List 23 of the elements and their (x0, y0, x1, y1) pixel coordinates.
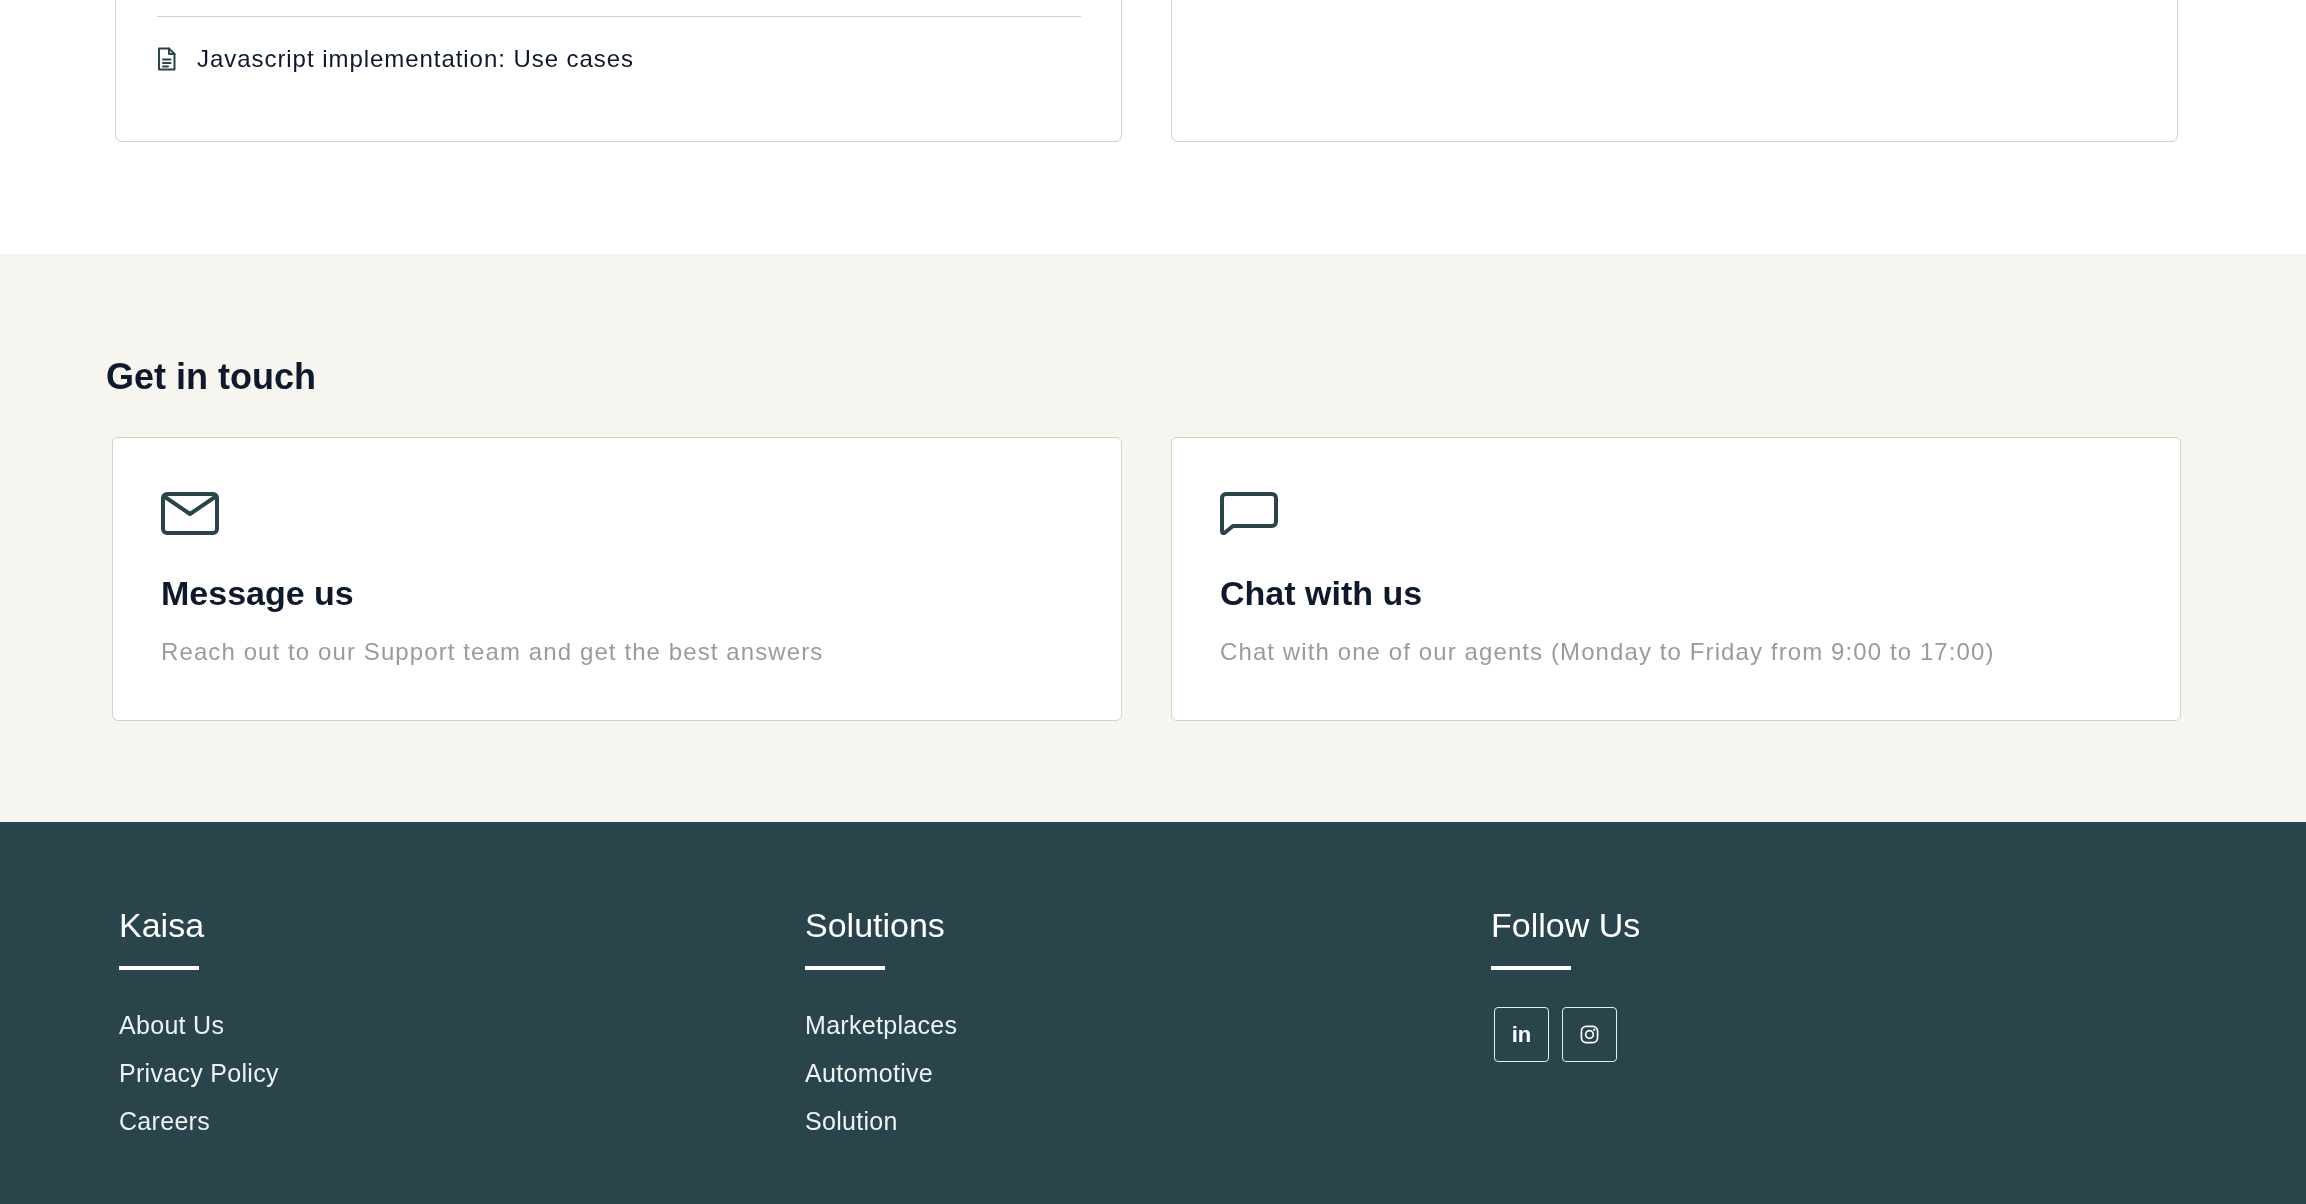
social-button[interactable]: in (1494, 1007, 1549, 1062)
footer-link[interactable]: About Us (119, 1007, 225, 1043)
footer-link[interactable]: Marketplaces (805, 1007, 958, 1043)
section-heading: Get in touch (106, 355, 316, 398)
document-icon (157, 47, 176, 71)
article-link[interactable]: Javascript implementation: Use cases (157, 41, 635, 77)
envelope-icon (161, 492, 219, 535)
speech-bubble-icon (1220, 492, 1278, 535)
footer-heading: Kaisa (119, 905, 205, 946)
card-title: Chat with us (1220, 573, 1423, 614)
social-button[interactable] (1562, 1007, 1617, 1062)
footer-link[interactable]: Careers (119, 1103, 211, 1139)
card-title: Message us (161, 573, 354, 614)
card-description: Chat with one of our agents (Monday to Friday from 9:00 to 17:00) (1220, 637, 1995, 667)
footer-link[interactable]: Solution (805, 1103, 898, 1139)
camera-icon (1580, 1025, 1599, 1044)
contact-card[interactable]: Message us Reach out to our Support team and get the best answers (112, 437, 1122, 721)
footer-heading: Solutions (805, 905, 945, 946)
contact-card[interactable]: Chat with us Chat with one of our agents (Monday to Friday from 9:00 to 17:00) (1171, 437, 2181, 721)
footer-link[interactable]: Privacy Policy (119, 1055, 279, 1091)
footer-link[interactable]: Automotive (805, 1055, 934, 1091)
card-description: Reach out to our Support team and get the best answers (161, 637, 824, 667)
footer-heading: Follow Us (1491, 905, 1641, 946)
